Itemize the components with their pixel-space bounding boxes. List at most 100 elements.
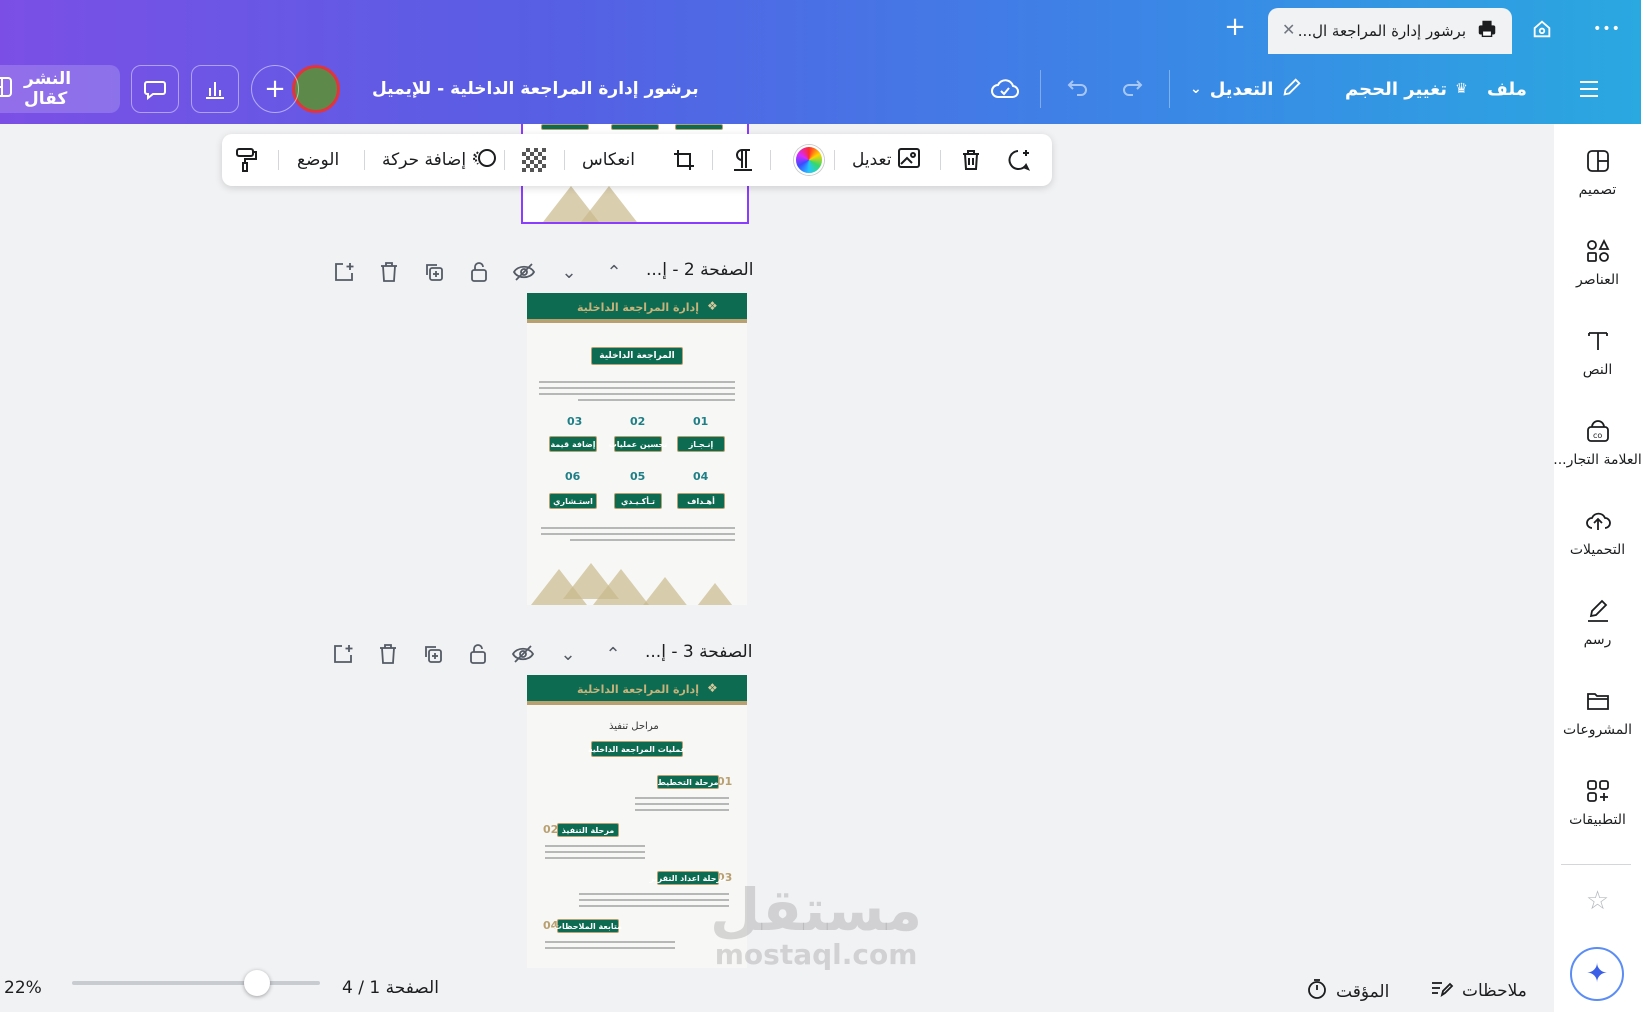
edit-mode-button[interactable]: ⌄ التعديل bbox=[1190, 54, 1303, 124]
sidebar-item-draw[interactable]: رسم bbox=[1554, 596, 1641, 648]
user-avatar[interactable] bbox=[292, 65, 340, 113]
animate-button[interactable]: إضافة حركة bbox=[382, 134, 498, 186]
phase-text-lines bbox=[579, 893, 729, 911]
page-2-header: الصفحة 2 - إ... ⌃ ⌄ bbox=[330, 254, 753, 290]
page-2-label[interactable]: الصفحة 2 - إ... bbox=[646, 260, 753, 280]
document-title[interactable]: برشور إدارة المراجعة الداخلية - للإيميل bbox=[372, 54, 699, 124]
lock-icon[interactable] bbox=[464, 640, 492, 668]
new-tab-icon[interactable]: + bbox=[1218, 10, 1252, 44]
bottom-bar: ملاحظات المؤقت الصفحة 1 / 4 22% bbox=[0, 966, 1554, 1012]
toolbar-divider bbox=[364, 150, 365, 170]
sidebar-item-projects[interactable]: المشروعات bbox=[1554, 686, 1641, 738]
transparency-icon[interactable] bbox=[522, 134, 546, 186]
page-indicator[interactable]: الصفحة 1 / 4 bbox=[342, 978, 439, 998]
move-down-icon[interactable]: ⌄ bbox=[554, 640, 582, 668]
sidebar-item-label: تصميم bbox=[1578, 182, 1617, 198]
starred-icon[interactable]: ☆ bbox=[1554, 886, 1641, 916]
more-options-icon[interactable]: ••• bbox=[1590, 12, 1624, 46]
sidebar-item-elements[interactable]: العناصر bbox=[1554, 236, 1641, 288]
body-text-lines bbox=[539, 381, 735, 405]
zoom-slider-track[interactable] bbox=[72, 981, 320, 985]
watermark-arabic: مستقل bbox=[710, 876, 923, 944]
paragraph-direction-icon[interactable] bbox=[732, 134, 754, 186]
delete-page-icon[interactable] bbox=[374, 640, 402, 668]
flip-button[interactable]: انعكاس bbox=[582, 134, 635, 186]
page-2-preview[interactable]: إدارة المراجعة الداخلية ❖ المراجعة الداخ… bbox=[527, 293, 747, 605]
timer-icon bbox=[1306, 978, 1328, 1005]
undo-icon[interactable] bbox=[1063, 54, 1089, 124]
copy-style-icon[interactable] bbox=[234, 134, 258, 186]
zoom-slider-handle[interactable] bbox=[244, 970, 270, 996]
watermark: مستقل mostaql.com bbox=[710, 880, 922, 970]
hamburger-menu-icon[interactable] bbox=[1578, 54, 1600, 124]
logo-icon: ❖ bbox=[707, 299, 718, 313]
close-tab-icon[interactable]: ✕ bbox=[1282, 20, 1295, 39]
sidebar-item-apps[interactable]: التطبيقات bbox=[1554, 776, 1641, 828]
elements-icon bbox=[1583, 236, 1613, 266]
delete-icon[interactable] bbox=[960, 134, 982, 186]
file-menu-button[interactable]: ملف bbox=[1487, 54, 1527, 124]
sidebar-item-uploads[interactable]: التحميلات bbox=[1554, 506, 1641, 558]
hide-page-icon[interactable] bbox=[509, 640, 537, 668]
chevron-down-icon: ⌄ bbox=[1190, 81, 1202, 97]
zoom-value[interactable]: 22% bbox=[4, 978, 42, 998]
sidebar-item-design[interactable]: تصميم bbox=[1554, 146, 1641, 198]
hide-page-icon[interactable] bbox=[510, 258, 538, 286]
toolbar-divider bbox=[504, 150, 505, 170]
item-pill: إنـجـاز bbox=[677, 436, 725, 452]
duplicate-page-icon[interactable] bbox=[420, 258, 448, 286]
resize-label: تغيير الحجم bbox=[1345, 78, 1448, 100]
publish-button[interactable]: النشر كقال bbox=[0, 65, 120, 113]
home-icon[interactable] bbox=[1525, 12, 1559, 46]
page-1-pill bbox=[675, 124, 723, 130]
toolbar-divider bbox=[770, 150, 771, 170]
notes-button[interactable]: ملاحظات bbox=[1430, 978, 1527, 1003]
position-button[interactable]: الوضع bbox=[297, 134, 339, 186]
sidebar-item-text[interactable]: النص bbox=[1554, 326, 1641, 378]
decorative-pattern bbox=[687, 583, 743, 605]
decorative-pattern bbox=[581, 186, 637, 222]
decorative-pattern bbox=[637, 577, 693, 605]
analytics-button[interactable] bbox=[191, 65, 239, 113]
edit-image-button[interactable]: تعديل bbox=[852, 134, 923, 186]
apps-icon bbox=[1583, 776, 1613, 806]
move-down-icon[interactable]: ⌄ bbox=[555, 258, 583, 286]
timer-button[interactable]: المؤقت bbox=[1306, 978, 1389, 1005]
delete-page-icon[interactable] bbox=[375, 258, 403, 286]
item-pill: تـأكـيـدي bbox=[614, 493, 662, 509]
redo-icon[interactable] bbox=[1121, 54, 1147, 124]
duplicate-page-icon[interactable] bbox=[419, 640, 447, 668]
add-page-icon[interactable] bbox=[329, 640, 357, 668]
item-number: 03 bbox=[567, 415, 583, 428]
resize-button[interactable]: تغيير الحجم ♛ bbox=[1345, 54, 1468, 124]
lock-icon[interactable] bbox=[465, 258, 493, 286]
cloud-saved-icon[interactable] bbox=[990, 54, 1020, 124]
comments-button[interactable] bbox=[131, 65, 179, 113]
add-page-icon[interactable] bbox=[330, 258, 358, 286]
position-label: الوضع bbox=[297, 150, 340, 170]
magic-assistant-icon[interactable]: ✦ bbox=[1570, 947, 1624, 1001]
page-3-label[interactable]: الصفحة 3 - إ... bbox=[645, 642, 752, 662]
header-divider bbox=[1040, 70, 1041, 108]
move-up-icon[interactable]: ⌃ bbox=[599, 640, 627, 668]
notes-icon bbox=[1430, 978, 1454, 1003]
crown-icon: ♛ bbox=[1455, 81, 1468, 97]
brand-icon: co bbox=[1583, 416, 1613, 446]
invite-add-icon[interactable]: + bbox=[251, 65, 299, 113]
move-up-icon[interactable]: ⌃ bbox=[600, 258, 628, 286]
page-3-header: الصفحة 3 - إ... ⌃ ⌄ bbox=[329, 636, 752, 672]
toolbar-divider bbox=[834, 150, 835, 170]
sidebar-item-label: العناصر bbox=[1575, 272, 1619, 288]
add-comment-icon[interactable] bbox=[1006, 134, 1032, 186]
phase-pill: مرحلة التنفيذ bbox=[557, 823, 619, 837]
color-wheel-icon[interactable] bbox=[794, 134, 824, 186]
phase-pill: متابعة الملاحظات bbox=[554, 919, 622, 933]
notes-label: ملاحظات bbox=[1462, 980, 1527, 1001]
sidebar-item-brand[interactable]: co العلامة التجار... bbox=[1553, 416, 1641, 468]
phase-number: 01 bbox=[717, 775, 733, 788]
crop-icon[interactable] bbox=[672, 134, 696, 186]
draw-icon bbox=[1583, 596, 1613, 626]
sidebar-item-label: التطبيقات bbox=[1569, 812, 1626, 828]
active-document-tab[interactable]: ✕ برشور إدارة المراجعة ال... bbox=[1268, 8, 1512, 54]
file-menu-label: ملف bbox=[1487, 78, 1527, 100]
